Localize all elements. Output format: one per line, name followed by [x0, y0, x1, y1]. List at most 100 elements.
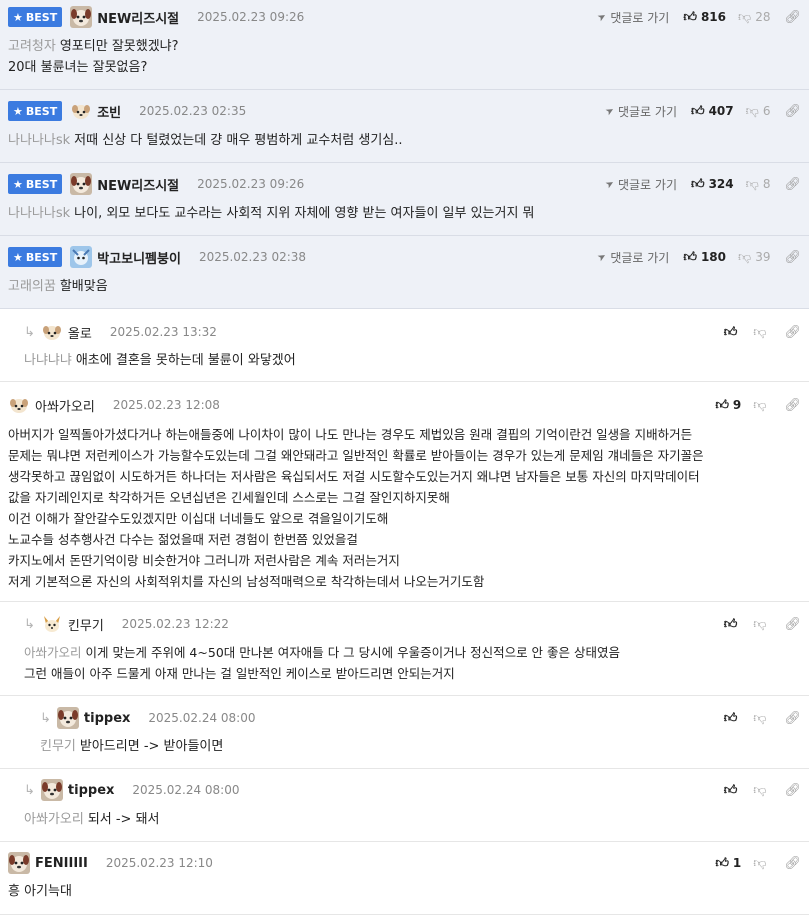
- thumbs-down-icon: 👎︎: [753, 397, 767, 413]
- dislike-button[interactable]: 👎︎ 6: [746, 104, 771, 119]
- like-button[interactable]: 👍︎ 407: [691, 104, 734, 119]
- link-icon[interactable]: 🔗︎: [784, 398, 801, 413]
- author-name[interactable]: 아쏴가오리: [35, 396, 95, 415]
- thumbs-down-icon: 👎︎: [753, 616, 767, 632]
- dislike-button[interactable]: 👎︎ 8: [746, 177, 771, 192]
- thumbs-down-icon: 👎︎: [753, 782, 767, 798]
- mention[interactable]: 나나나나sk: [8, 206, 70, 221]
- reply-link[interactable]: ➤ 댓글로 가기: [603, 176, 677, 193]
- reply-link[interactable]: ➤ 댓글로 가기: [596, 249, 670, 266]
- like-button[interactable]: 👍︎ 180: [683, 250, 726, 265]
- author-name[interactable]: tippex: [84, 711, 130, 726]
- reply-link[interactable]: ➤ 댓글로 가기: [596, 9, 670, 26]
- avatar[interactable]: [70, 246, 93, 268]
- comment-text: 흥 아기늑대: [8, 884, 72, 899]
- comment-date: 2025.02.23 12:22: [121, 617, 229, 631]
- thumbs-up-icon: 👍︎: [715, 855, 729, 871]
- mention[interactable]: 아쏴가오리: [24, 812, 84, 827]
- link-icon[interactable]: 🔗︎: [784, 177, 801, 192]
- link-icon[interactable]: 🔗︎: [784, 104, 801, 119]
- author-name[interactable]: tippex: [68, 783, 114, 798]
- avatar[interactable]: [8, 852, 30, 874]
- dislike-button[interactable]: 👎︎: [753, 617, 770, 632]
- author-name[interactable]: NEW리즈시절: [97, 8, 179, 27]
- avatar[interactable]: [70, 6, 93, 28]
- thumbs-up-icon: 👍︎: [723, 324, 738, 340]
- avatar[interactable]: [40, 613, 63, 635]
- nested-reply-icon: ↳: [24, 324, 35, 340]
- comment-date: 2025.02.23 13:32: [109, 325, 217, 339]
- thumbs-up-icon: 👍︎: [683, 249, 697, 265]
- best-badge: ★ BEST: [8, 101, 63, 121]
- comment-date: 2025.02.23 02:35: [139, 104, 247, 118]
- comment-item: ★ BEST NEW리즈시절 2025.02.23 09:26 ➤ 댓글로 가기 👍…: [0, 163, 809, 236]
- thumbs-down-icon: 👎︎: [738, 249, 752, 265]
- avatar[interactable]: [8, 394, 30, 416]
- reply-arrow-icon: ➤: [603, 177, 617, 191]
- comment-item: ↳ tippex 2025.02.24 08:00 👍︎ 👎︎ 🔗︎ 아쏴가오리…: [0, 769, 809, 842]
- dislike-button[interactable]: 👎︎ 39: [738, 250, 770, 265]
- author-name[interactable]: 올로: [68, 323, 92, 342]
- thumbs-up-icon: 👍︎: [715, 397, 729, 413]
- thumbs-up-icon: 👍︎: [683, 9, 697, 25]
- thumbs-down-icon: 👎︎: [753, 710, 767, 726]
- comment-item: ★ BEST NEW리즈시절 2025.02.23 09:26 ➤ 댓글로 가기 👍…: [0, 0, 809, 90]
- dislike-button[interactable]: 👎︎: [753, 856, 770, 871]
- like-button[interactable]: 👍︎: [724, 711, 742, 726]
- comment-item: 아쏴가오리 2025.02.23 12:08 👍︎ 9 👎︎ 🔗︎ 아버지가 일찍…: [0, 382, 809, 602]
- like-button[interactable]: 👍︎: [724, 617, 742, 632]
- like-button[interactable]: 👍︎: [724, 325, 742, 340]
- mention[interactable]: 나나나나sk: [8, 133, 70, 148]
- like-button[interactable]: 👍︎ 816: [683, 10, 726, 25]
- author-name[interactable]: FENIIIII: [35, 856, 88, 871]
- dislike-button[interactable]: 👎︎ 28: [738, 10, 770, 25]
- comment-text: 받아드리면 -> 받아들이면: [79, 739, 224, 754]
- star-icon: ★: [13, 104, 23, 118]
- comment-text: 값을 자기레인지로 착각하거든 오년십년은 긴세월인데 스스로는 그걸 잘인지하…: [8, 490, 450, 505]
- link-icon[interactable]: 🔗︎: [784, 783, 801, 798]
- avatar[interactable]: [56, 707, 79, 729]
- mention[interactable]: 고려청자: [8, 39, 56, 54]
- comment-text: 나이, 외모 보다도 교수라는 사회적 지위 자체에 영향 받는 여자들이 일부…: [74, 206, 535, 221]
- comment-date: 2025.02.23 12:10: [105, 856, 213, 870]
- mention[interactable]: 나냐냐냐: [24, 353, 72, 368]
- link-icon[interactable]: 🔗︎: [784, 617, 801, 632]
- comment-text: 아버지가 일찍돌아가셨다거나 하는애들중에 나이차이 많이 나도 만나는 경우도…: [8, 427, 693, 442]
- mention[interactable]: 킨무기: [40, 739, 76, 754]
- author-name[interactable]: NEW리즈시절: [97, 175, 179, 194]
- avatar[interactable]: [70, 100, 93, 122]
- thumbs-up-icon: 👍︎: [690, 176, 705, 192]
- like-button[interactable]: 👍︎: [724, 783, 742, 798]
- mention[interactable]: 아쏴가오리: [24, 645, 82, 660]
- avatar[interactable]: [40, 779, 63, 801]
- comment-item: ↳ 올로 2025.02.23 13:32 👍︎ 👎︎ 🔗︎ 나냐냐냐 애초에 결…: [0, 309, 809, 382]
- dislike-button[interactable]: 👎︎: [753, 783, 770, 798]
- author-name[interactable]: 조빈: [97, 102, 121, 121]
- comment-date: 2025.02.24 08:00: [132, 783, 240, 797]
- link-icon[interactable]: 🔗︎: [784, 856, 801, 871]
- comment-item: FENIIIII 2025.02.23 12:10 👍︎ 1 👎︎ 🔗︎ 흥 아기…: [0, 842, 809, 915]
- like-button[interactable]: 👍︎ 1: [715, 856, 741, 871]
- author-name[interactable]: 박고보니펨붕이: [97, 248, 181, 267]
- avatar[interactable]: [40, 321, 63, 343]
- like-button[interactable]: 👍︎ 324: [691, 177, 734, 192]
- comment-text: 카지노에서 돈딴기억이랑 비슷한거야 그러니까 저런사람은 계속 저러는거지: [8, 553, 400, 568]
- best-badge: ★ BEST: [8, 247, 63, 267]
- thumbs-up-icon: 👍︎: [723, 710, 738, 726]
- dislike-button[interactable]: 👎︎: [753, 325, 770, 340]
- link-icon[interactable]: 🔗︎: [784, 325, 801, 340]
- author-name[interactable]: 킨무기: [68, 615, 104, 634]
- comment-text: 되서 -> 돼서: [87, 812, 160, 827]
- link-icon[interactable]: 🔗︎: [784, 250, 801, 265]
- comment-text: 저게 기본적으론 자신의 사회적위치를 자신의 남성적매력으로 착각하는데서 나…: [8, 574, 485, 589]
- like-button[interactable]: 👍︎ 9: [715, 398, 741, 413]
- comment-text: 애초에 결혼을 못하는데 불륜이 와닿겠어: [75, 353, 296, 368]
- dislike-button[interactable]: 👎︎: [753, 711, 770, 726]
- link-icon[interactable]: 🔗︎: [784, 10, 801, 25]
- mention[interactable]: 고래의꿈: [8, 279, 56, 294]
- reply-link[interactable]: ➤ 댓글로 가기: [603, 103, 677, 120]
- comment-text: 저때 신상 다 털렸었는데 걍 매우 평범하게 교수처럼 생기심..: [74, 133, 403, 148]
- dislike-button[interactable]: 👎︎: [753, 398, 770, 413]
- link-icon[interactable]: 🔗︎: [784, 711, 801, 726]
- avatar[interactable]: [70, 173, 93, 195]
